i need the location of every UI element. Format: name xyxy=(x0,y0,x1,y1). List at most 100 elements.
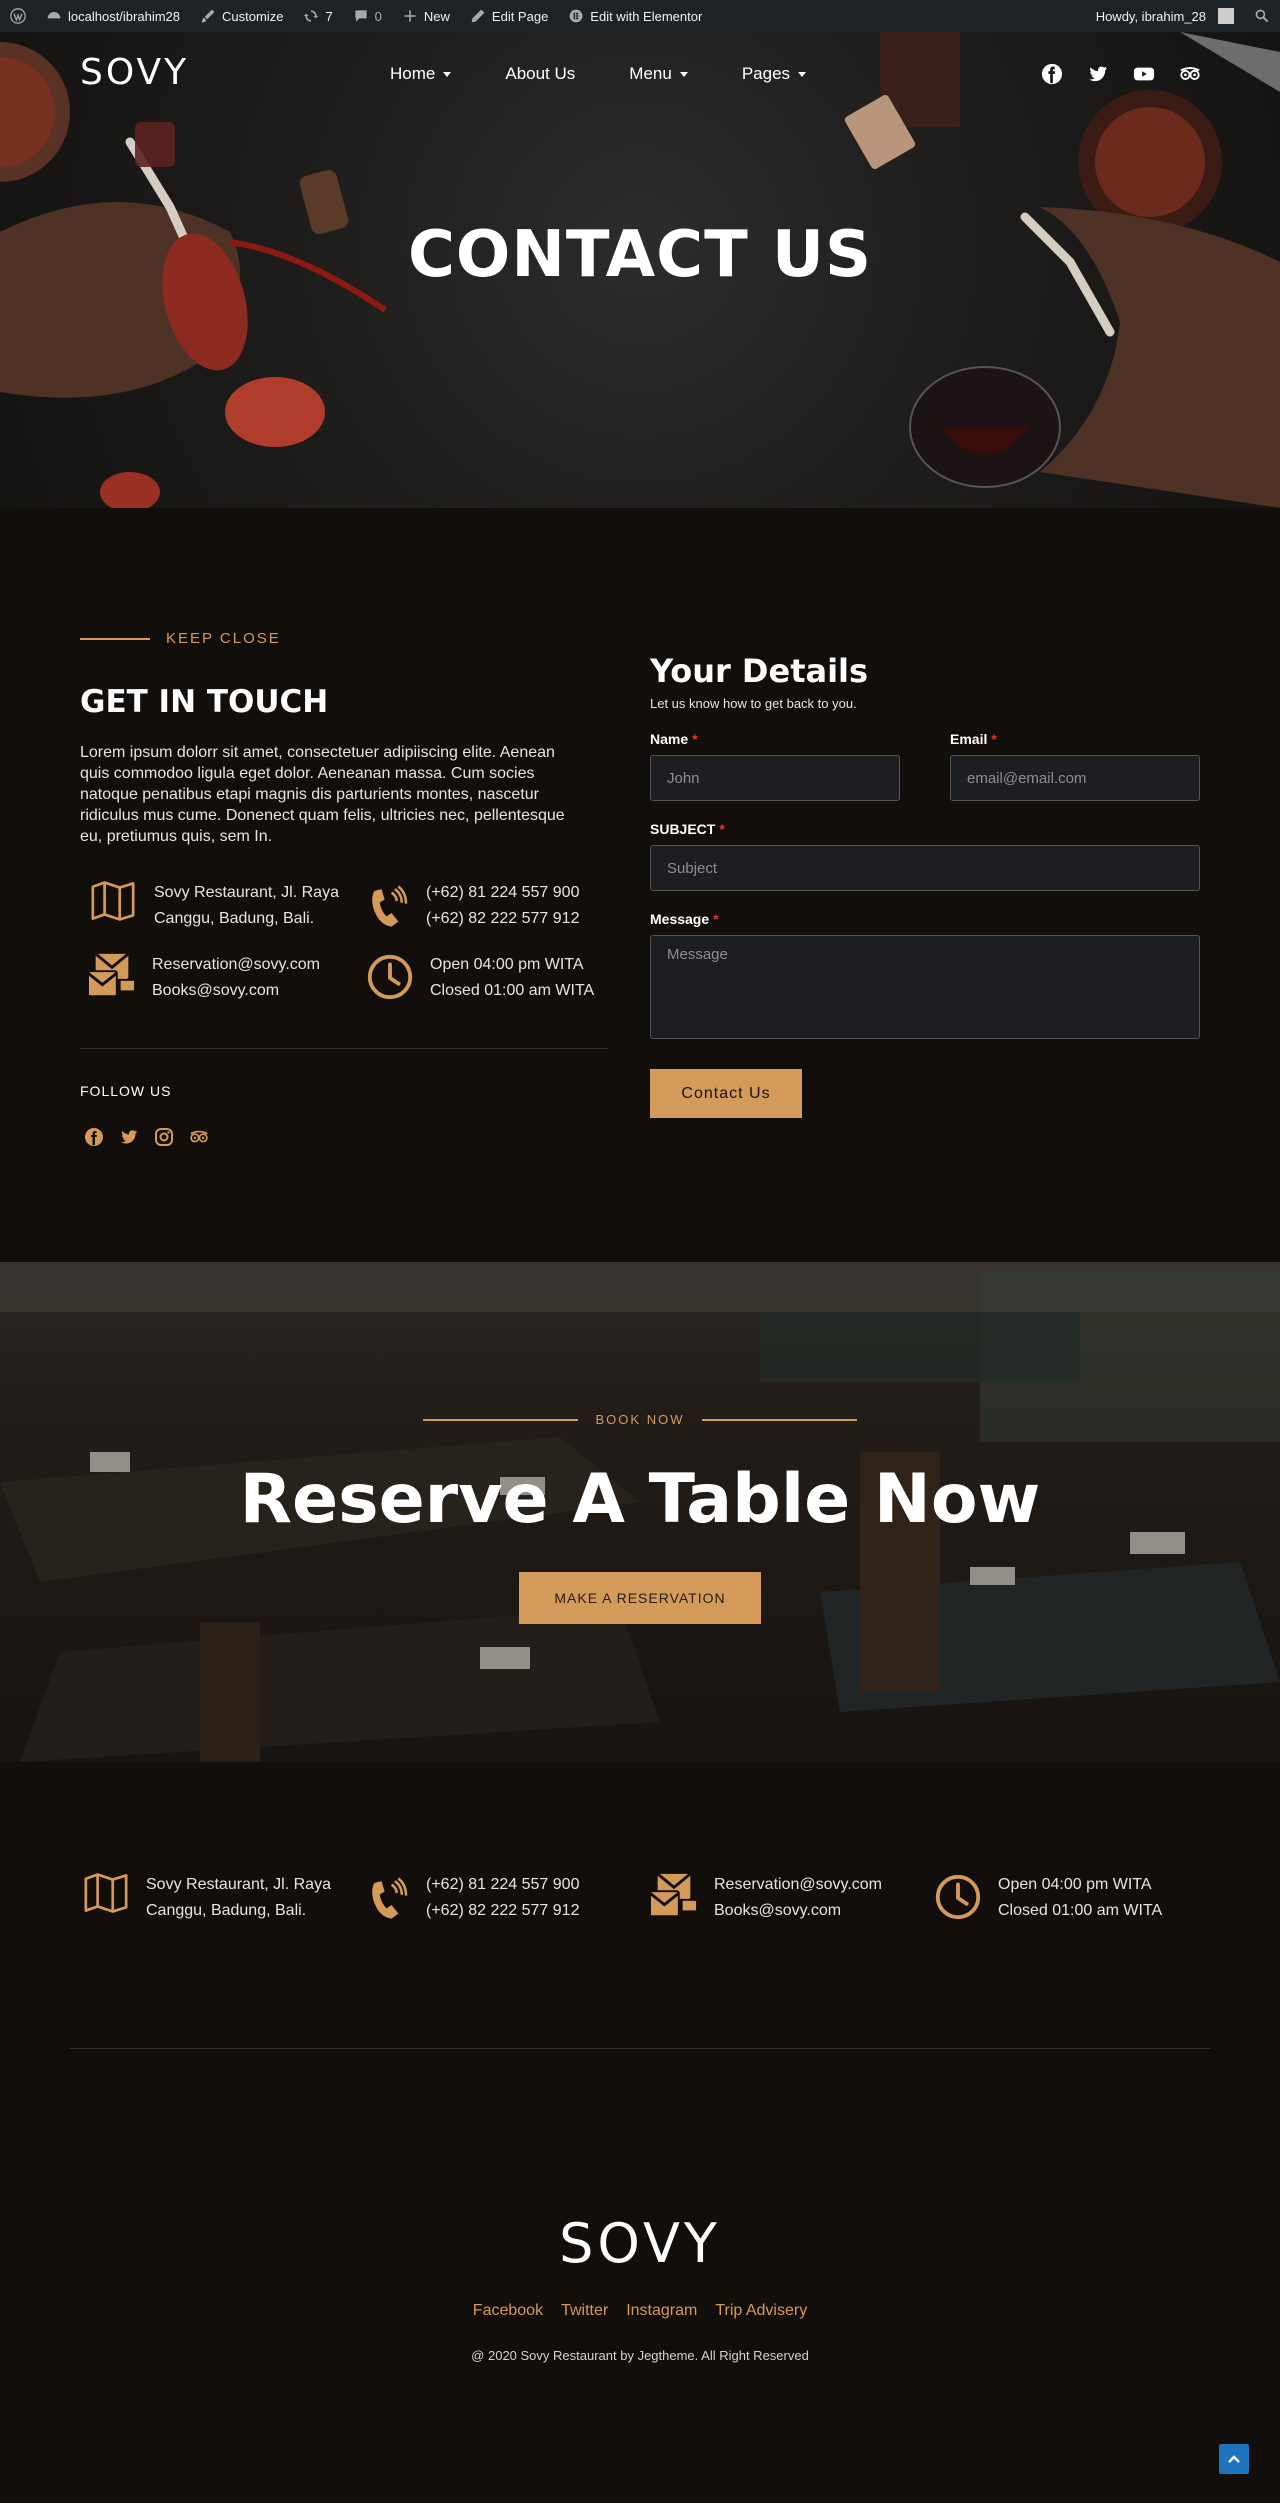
contact-form: Your Details Let us know how to get back… xyxy=(650,652,1200,1039)
tripadvisor-icon[interactable] xyxy=(189,1127,209,1147)
hero-section: SOVY Home About Us Menu Pages CONTACT US xyxy=(0,32,1280,508)
clock-icon xyxy=(367,954,413,1000)
twitter-icon[interactable] xyxy=(119,1127,139,1147)
follow-us-label: FOLLOW US xyxy=(80,1083,172,1099)
opening-hours: Open 04:00 pm WITA xyxy=(998,1876,1152,1893)
comments-count: 0 xyxy=(374,8,382,24)
facebook-icon[interactable] xyxy=(1040,62,1064,86)
hours-info: Open 04:00 pm WITA Closed 01:00 am WITA xyxy=(364,952,594,1004)
contact-description: Lorem ipsum dolorr sit amet, consectetue… xyxy=(80,744,565,845)
header-social-links xyxy=(1040,62,1202,86)
wordpress-icon xyxy=(10,8,26,24)
dashboard-icon xyxy=(47,12,61,19)
message-label: Message * xyxy=(650,911,719,927)
edit-page-link[interactable]: Edit Page xyxy=(460,0,558,32)
instagram-icon[interactable] xyxy=(154,1127,174,1147)
copyright-text: @ 2020 Sovy Restaurant by Jegtheme. All … xyxy=(471,2348,809,2363)
contact-us-button[interactable]: Contact Us xyxy=(650,1069,802,1118)
mail-icon xyxy=(87,952,135,998)
menu-item-label: Home xyxy=(390,64,436,83)
get-in-touch-heading: GET IN TOUCH xyxy=(80,684,329,720)
twitter-icon[interactable] xyxy=(1086,62,1110,86)
address-line: Sovy Restaurant, Jl. Raya xyxy=(146,1876,331,1893)
name-label: Name * xyxy=(650,731,698,747)
page-title: CONTACT US xyxy=(407,218,873,292)
book-now-kicker: BOOK NOW xyxy=(0,1412,1280,1427)
footer-logo[interactable]: SOVY xyxy=(0,2212,1280,2275)
menu-item-label: About Us xyxy=(505,64,576,83)
address-line: Sovy Restaurant, Jl. Raya xyxy=(154,884,339,901)
comments-link[interactable]: 0 xyxy=(343,0,392,32)
customize-label: Customize xyxy=(222,8,284,24)
email-field[interactable]: email@email.com xyxy=(950,755,1200,801)
follow-social-links xyxy=(84,1127,209,1147)
menu-item-home[interactable]: Home xyxy=(390,64,452,84)
kicker-label: KEEP CLOSE xyxy=(166,630,281,647)
edit-elementor-label: Edit with Elementor xyxy=(590,8,703,24)
menu-item-menu[interactable]: Menu xyxy=(629,64,688,84)
reserve-heading: Reserve A Table Now xyxy=(239,1460,1041,1539)
updates-count: 7 xyxy=(325,8,333,24)
footer-link-twitter[interactable]: Twitter xyxy=(561,2302,608,2320)
search-icon xyxy=(1255,9,1269,23)
name-field[interactable]: John xyxy=(650,755,900,801)
subject-label: SUBJECT * xyxy=(650,821,725,837)
updates-link[interactable]: 7 xyxy=(293,0,342,32)
subject-field[interactable]: Subject xyxy=(650,845,1200,891)
email-label: Email * xyxy=(950,731,997,747)
footer-address-info: Sovy Restaurant, Jl. Raya Canggu, Badung,… xyxy=(80,1872,331,1924)
chevron-down-icon xyxy=(679,71,688,77)
wordpress-logo-button[interactable] xyxy=(0,0,36,32)
footer-link-tripadvisor[interactable]: Trip Advisery xyxy=(715,2302,807,2320)
kicker-line xyxy=(80,637,150,640)
email-address[interactable]: Reservation@sovy.com xyxy=(152,952,320,978)
edit-elementor-link[interactable]: Edit with Elementor xyxy=(558,0,712,32)
new-label: New xyxy=(423,8,450,24)
youtube-icon[interactable] xyxy=(1132,62,1156,86)
closing-hours: Closed 01:00 am WITA xyxy=(998,1902,1163,1919)
edit-page-label: Edit Page xyxy=(491,8,549,24)
menu-item-pages[interactable]: Pages xyxy=(741,64,807,84)
section-divider xyxy=(80,1048,608,1049)
phone-number[interactable]: (+62) 82 222 577 912 xyxy=(426,1898,579,1924)
site-name-link[interactable]: localhost/ibrahim28 xyxy=(36,0,190,32)
customize-link[interactable]: Customize xyxy=(190,0,293,32)
kicker-label: BOOK NOW xyxy=(595,1412,685,1427)
footer-hours-info: Open 04:00 pm WITA Closed 01:00 am WITA xyxy=(932,1872,1162,1924)
avatar xyxy=(1218,8,1234,24)
site-logo[interactable]: SOVY xyxy=(80,52,189,93)
admin-search-button[interactable] xyxy=(1244,0,1280,32)
mail-icon xyxy=(649,1872,697,1918)
menu-item-label: Pages xyxy=(741,64,791,83)
form-title: Your Details xyxy=(650,652,869,690)
email-address[interactable]: Books@sovy.com xyxy=(152,978,320,1004)
howdy-label: Howdy, ibrahim_28 xyxy=(1095,8,1206,24)
closing-hours: Closed 01:00 am WITA xyxy=(430,982,595,999)
footer-phone-info: (+62) 81 224 557 900 (+62) 82 222 577 912 xyxy=(366,1872,579,1926)
map-icon xyxy=(84,1873,128,1913)
footer-link-facebook[interactable]: Facebook xyxy=(473,2302,543,2320)
phone-number[interactable]: (+62) 81 224 557 900 xyxy=(426,880,579,906)
facebook-icon[interactable] xyxy=(84,1127,104,1147)
chevron-down-icon xyxy=(443,71,452,77)
brush-icon xyxy=(201,9,215,23)
email-address[interactable]: Reservation@sovy.com xyxy=(714,1872,882,1898)
phone-number[interactable]: (+62) 81 224 557 900 xyxy=(426,1872,579,1898)
address-line: Canggu, Badung, Bali. xyxy=(146,1902,307,1919)
footer-link-instagram[interactable]: Instagram xyxy=(626,2302,697,2320)
footer-info-section: Sovy Restaurant, Jl. Raya Canggu, Badung,… xyxy=(0,1762,1280,2052)
email-info: Reservation@sovy.com Books@sovy.com xyxy=(86,952,320,1004)
phone-number[interactable]: (+62) 82 222 577 912 xyxy=(426,906,579,932)
chevron-down-icon xyxy=(798,71,807,77)
menu-item-about[interactable]: About Us xyxy=(505,64,575,84)
kicker-line xyxy=(422,1418,578,1421)
main-navigation: SOVY Home About Us Menu Pages xyxy=(0,32,1280,118)
account-menu[interactable]: Howdy, ibrahim_28 xyxy=(1086,0,1244,32)
tripadvisor-icon[interactable] xyxy=(1178,62,1202,86)
scroll-to-top-button[interactable] xyxy=(1219,2444,1249,2474)
email-address[interactable]: Books@sovy.com xyxy=(714,1898,882,1924)
new-content-link[interactable]: New xyxy=(392,0,460,32)
wp-admin-bar: localhost/ibrahim28 Customize 7 0 New Ed… xyxy=(0,0,1280,32)
make-reservation-button[interactable]: MAKE A RESERVATION xyxy=(519,1572,761,1624)
message-field[interactable]: Message xyxy=(650,935,1200,1039)
